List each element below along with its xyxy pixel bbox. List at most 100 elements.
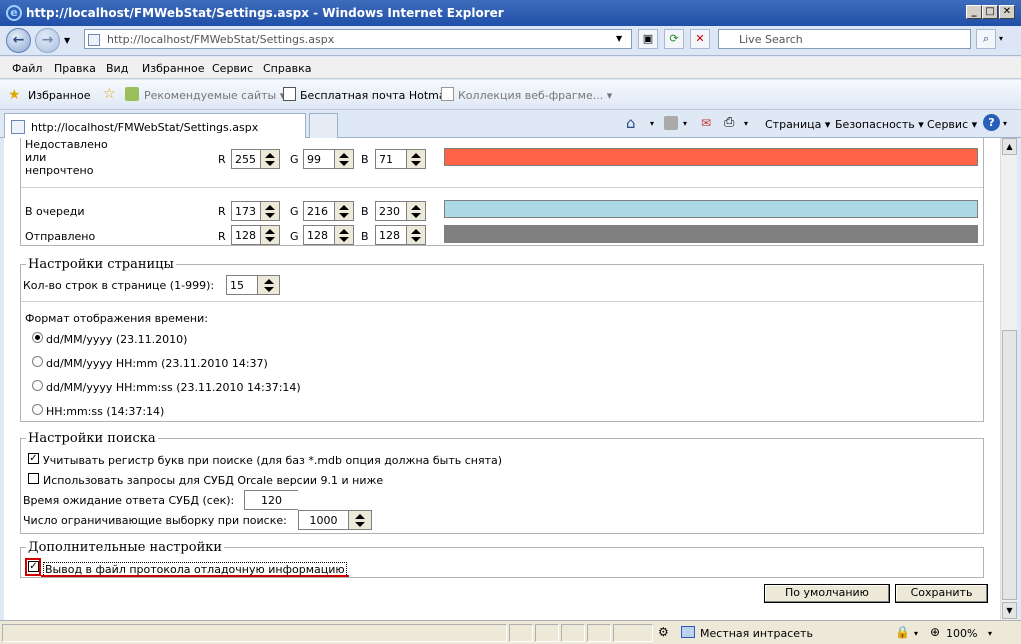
- mail-icon[interactable]: ✉: [701, 116, 711, 130]
- r-input-undelivered[interactable]: 255: [231, 149, 260, 169]
- g-input-sent[interactable]: 128: [303, 225, 334, 245]
- debug-label-highlight: [41, 575, 349, 577]
- oracle-queries-checkbox[interactable]: [28, 473, 39, 484]
- home-dropdown-icon[interactable]: ▾: [650, 119, 654, 128]
- status-segment: [561, 624, 585, 642]
- scroll-thumb[interactable]: [1002, 330, 1017, 600]
- b-label: B: [361, 230, 369, 243]
- menu-tools[interactable]: Сервис: [212, 62, 253, 75]
- safety-menu[interactable]: Безопасность ▾: [835, 118, 924, 131]
- search-options-icon[interactable]: ▾: [999, 34, 1003, 43]
- intranet-zone-icon: [681, 626, 695, 638]
- default-button[interactable]: По умолчанию: [764, 584, 890, 603]
- back-button[interactable]: ←: [6, 28, 31, 53]
- time-format-radio-date[interactable]: [32, 332, 43, 343]
- r-input-queued[interactable]: 173: [231, 201, 260, 221]
- menu-file[interactable]: Файл: [12, 62, 42, 75]
- g-label: G: [290, 153, 299, 166]
- g-input-undelivered[interactable]: 99: [303, 149, 334, 169]
- rows-per-page-label: Кол-во строк в странице (1-999):: [23, 279, 215, 292]
- g-spinner-queued[interactable]: [334, 201, 354, 221]
- suggested-sites-link[interactable]: Рекомендуемые сайты ▾: [144, 89, 285, 102]
- g-input-queued[interactable]: 216: [303, 201, 334, 221]
- address-dropdown-icon[interactable]: ▼: [616, 34, 622, 43]
- tab-settings[interactable]: http://localhost/FMWebStat/Settings.aspx: [4, 113, 306, 138]
- r-spinner-queued[interactable]: [260, 201, 280, 221]
- menu-view[interactable]: Вид: [106, 62, 128, 75]
- zoom-level[interactable]: 100%: [946, 627, 977, 640]
- add-favorite-icon[interactable]: ☆: [103, 86, 116, 102]
- db-timeout-label: Время ожидание ответа СУБД (сек):: [23, 494, 235, 507]
- status-segment: [509, 624, 533, 642]
- time-format-radio-datetime-min[interactable]: [32, 356, 43, 367]
- search-limit-input[interactable]: 1000: [298, 510, 348, 530]
- search-icon[interactable]: ⌕: [976, 29, 996, 49]
- r-label: R: [218, 205, 226, 218]
- print-dropdown-icon[interactable]: ▾: [744, 119, 748, 128]
- menu-edit[interactable]: Правка: [54, 62, 96, 75]
- b-spinner-queued[interactable]: [406, 201, 426, 221]
- time-format-radio-datetime-sec[interactable]: [32, 380, 43, 391]
- maximize-button[interactable]: □: [982, 5, 998, 19]
- compatibility-icon[interactable]: ▣: [638, 29, 658, 49]
- forward-button[interactable]: →: [35, 28, 60, 53]
- search-limit-spinner[interactable]: [348, 510, 372, 530]
- menu-bar: Файл Правка Вид Избранное Сервис Справка: [0, 57, 1021, 79]
- refresh-icon[interactable]: ⟳: [664, 29, 684, 49]
- menu-favorites[interactable]: Избранное: [142, 62, 204, 75]
- g-spinner-sent[interactable]: [334, 225, 354, 245]
- r-input-sent[interactable]: 128: [231, 225, 260, 245]
- hotmail-link[interactable]: Бесплатная почта Hotmail: [300, 89, 452, 102]
- favorites-button[interactable]: Избранное: [28, 89, 90, 102]
- page-settings-legend: Настройки страницы: [26, 257, 176, 272]
- popup-blocker-icon[interactable]: 🔒: [895, 625, 910, 639]
- home-icon[interactable]: ⌂: [626, 114, 636, 132]
- r-spinner-undelivered[interactable]: [260, 149, 280, 169]
- b-input-undelivered[interactable]: 71: [375, 149, 406, 169]
- tab-page-icon: [11, 120, 25, 134]
- history-dropdown-icon[interactable]: ▼: [64, 36, 70, 45]
- save-button[interactable]: Сохранить: [895, 584, 988, 603]
- g-label: G: [290, 205, 299, 218]
- stop-icon[interactable]: ✕: [690, 29, 710, 49]
- g-spinner-undelivered[interactable]: [334, 149, 354, 169]
- scroll-down-icon[interactable]: ▼: [1002, 602, 1017, 619]
- db-timeout-input[interactable]: 120: [244, 490, 298, 510]
- help-icon[interactable]: ?: [983, 114, 1000, 131]
- webslice-gallery-link[interactable]: Коллекция веб-фрагме... ▾: [458, 89, 612, 102]
- time-format-option-label: dd/MM/yyyy (23.11.2010): [46, 333, 188, 346]
- zoom-dropdown-icon[interactable]: ▾: [988, 629, 992, 638]
- r-spinner-sent[interactable]: [260, 225, 280, 245]
- color-swatch-sent: [444, 225, 978, 243]
- help-dropdown-icon[interactable]: ▾: [1003, 119, 1007, 128]
- time-format-radio-time[interactable]: [32, 404, 43, 415]
- close-button[interactable]: ✕: [999, 5, 1015, 19]
- suggested-sites-icon: [125, 87, 139, 101]
- b-spinner-sent[interactable]: [406, 225, 426, 245]
- b-input-sent[interactable]: 128: [375, 225, 406, 245]
- security-dropdown-icon[interactable]: ▾: [914, 629, 918, 638]
- page-content: Недоставлено или непрочтено R 255 G 99 B…: [4, 138, 1000, 620]
- search-input[interactable]: Live Search: [718, 29, 971, 49]
- case-sensitive-checkbox[interactable]: ✓: [28, 453, 39, 464]
- menu-help[interactable]: Справка: [263, 62, 311, 75]
- feeds-icon[interactable]: [664, 116, 678, 130]
- b-spinner-undelivered[interactable]: [406, 149, 426, 169]
- new-tab-button[interactable]: [309, 113, 338, 138]
- print-icon[interactable]: ⎙: [724, 115, 734, 130]
- minimize-button[interactable]: _: [966, 5, 982, 19]
- debug-log-checkbox[interactable]: ✓: [28, 561, 39, 572]
- rows-per-page-spinner[interactable]: [257, 275, 280, 295]
- oracle-queries-label: Использовать запросы для СУБД Orcale вер…: [43, 474, 384, 487]
- b-input-queued[interactable]: 230: [375, 201, 406, 221]
- address-input[interactable]: http://localhost/FMWebStat/Settings.aspx: [84, 29, 632, 49]
- zoom-icon[interactable]: ⊕: [930, 625, 940, 639]
- rows-per-page-input[interactable]: 15: [226, 275, 257, 295]
- b-label: B: [361, 205, 369, 218]
- color-swatch-queued: [444, 200, 978, 218]
- tools-menu[interactable]: Сервис ▾: [927, 118, 977, 131]
- scroll-up-icon[interactable]: ▲: [1002, 138, 1017, 155]
- vertical-scrollbar[interactable]: ▲ ▼: [1000, 138, 1017, 620]
- feeds-dropdown-icon[interactable]: ▾: [683, 119, 687, 128]
- page-menu[interactable]: Страница ▾: [765, 118, 830, 131]
